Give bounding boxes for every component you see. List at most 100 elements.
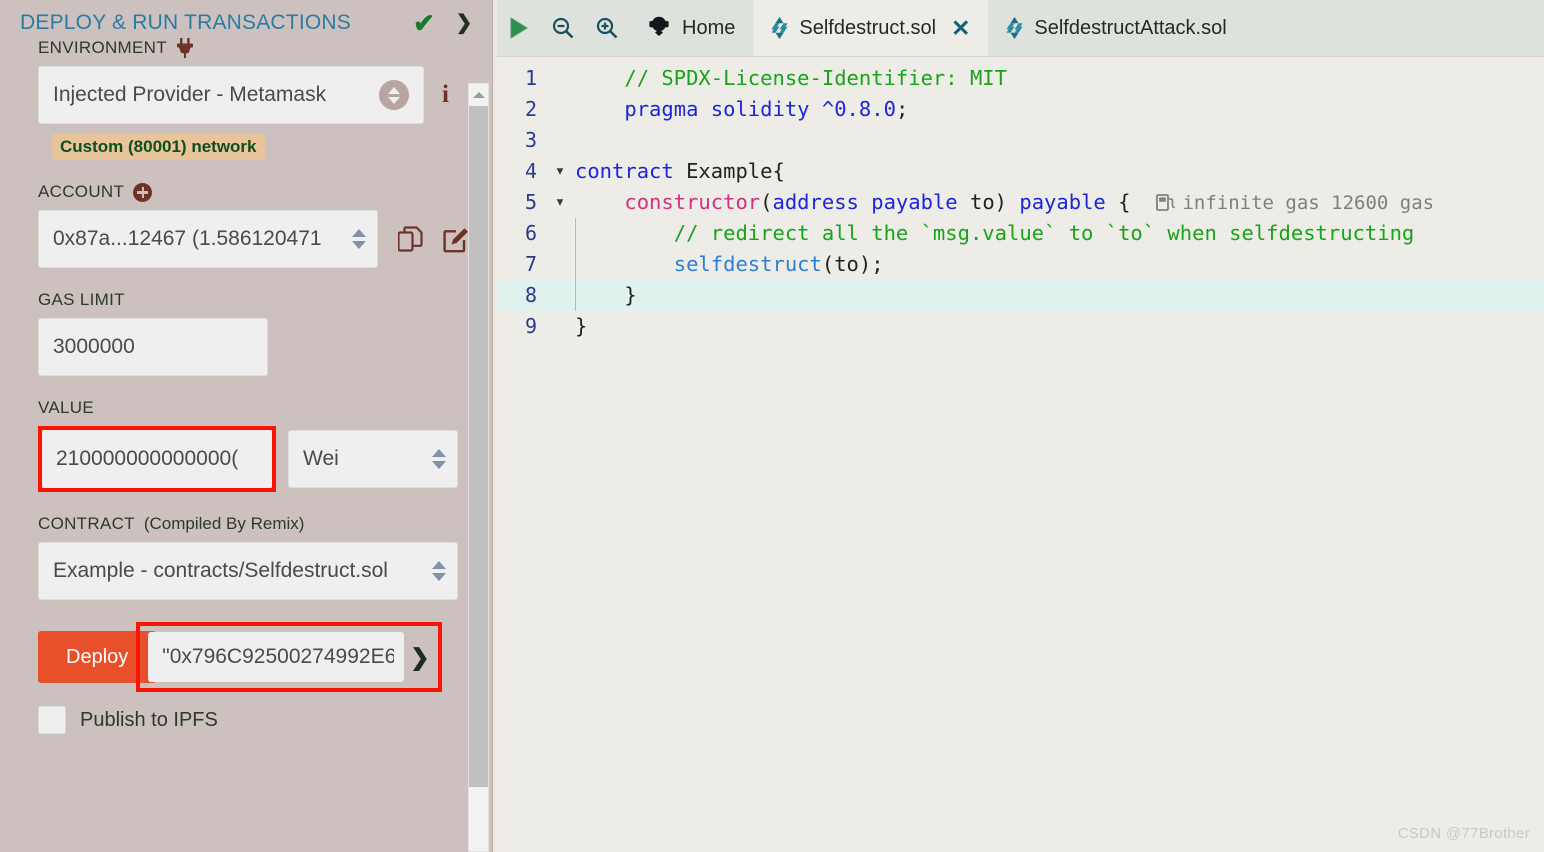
solidity-icon (1006, 17, 1023, 39)
deploy-form: ENVIRONMENT Injected Provider - Metamask (0, 38, 497, 734)
code-line: 7 selfdestruct(to); (497, 249, 1544, 280)
code-line: 9} (497, 311, 1544, 342)
contract-value: Example - contracts/Selfdestruct.sol (53, 559, 388, 582)
environment-label: ENVIRONMENT (38, 38, 497, 58)
zoom-in-icon[interactable] (585, 0, 629, 56)
line-number: 5 (524, 190, 537, 214)
code-line-text: // redirect all the `msg.value` to `to` … (673, 221, 1415, 245)
code-line-text: // SPDX-License-Identifier: MIT (624, 66, 1007, 90)
code-line: 4 ▾ contract Example{ (497, 156, 1544, 187)
code-line-text: } (575, 283, 637, 307)
close-icon[interactable]: ✕ (951, 16, 970, 40)
value-row: 210000000000000( Wei (38, 426, 497, 492)
line-number: 9 (524, 314, 537, 338)
panel-title: DEPLOY & RUN TRANSACTIONS (20, 11, 351, 34)
code-line: 2 pragma solidity ^0.8.0; (497, 94, 1544, 125)
gas-estimate-hint: infinite gas 12600 gas (1156, 192, 1434, 214)
value-input-value: 210000000000000( (56, 447, 239, 470)
tab-selfdestruct-label: Selfdestruct.sol (799, 16, 937, 39)
deploy-run-panel: DEPLOY & RUN TRANSACTIONS ✔ ❯ ENVIRONMEN… (0, 0, 497, 852)
edit-icon[interactable] (443, 226, 470, 253)
remix-ide-window: DEPLOY & RUN TRANSACTIONS ✔ ❯ ENVIRONMEN… (0, 0, 1544, 852)
contract-select[interactable]: Example - contracts/Selfdestruct.sol (38, 542, 458, 600)
line-number: 6 (524, 221, 537, 245)
tab-home-label: Home (682, 16, 736, 39)
chevron-down-icon[interactable]: ❯ (410, 645, 429, 669)
gas-limit-label: GAS LIMIT (38, 290, 125, 309)
code-line-text: } (575, 314, 588, 338)
fold-toggle-icon[interactable]: ▾ (545, 187, 575, 218)
contract-label-text: CONTRACT (38, 514, 135, 533)
account-value: 0x87a...12467 (1.586120471 (53, 227, 322, 250)
run-icon[interactable] (497, 0, 541, 56)
plug-icon (176, 38, 194, 58)
scrollbar-thumb[interactable] (469, 106, 488, 787)
publish-ipfs-label: Publish to IPFS (80, 708, 218, 731)
line-number: 7 (524, 252, 537, 276)
fold-toggle-icon[interactable]: ▾ (545, 156, 575, 187)
code-line: 5 ▾ constructor(address payable to) payab… (497, 187, 1544, 218)
copy-icon[interactable] (397, 225, 423, 253)
tab-selfdestruct-attack-label: SelfdestructAttack.sol (1034, 16, 1227, 39)
panel-header: DEPLOY & RUN TRANSACTIONS ✔ ❯ (0, 0, 497, 38)
code-line: 8 } (497, 280, 1544, 311)
ctor-arg-value: "0x796C92500274992E6782 (162, 645, 395, 668)
value-highlight-box: 210000000000000( (38, 426, 276, 492)
tab-selfdestruct-attack-sol[interactable]: SelfdestructAttack.sol (988, 0, 1244, 56)
check-icon[interactable]: ✔ (411, 10, 437, 36)
contract-stepper-icon[interactable] (431, 556, 447, 586)
environment-select[interactable]: Injected Provider - Metamask (38, 66, 424, 124)
ctor-arg-input[interactable]: "0x796C92500274992E6782 (148, 632, 405, 682)
publish-ipfs-row[interactable]: Publish to IPFS (38, 706, 497, 734)
contract-label: CONTRACT (Compiled By Remix) (38, 514, 497, 534)
publish-ipfs-checkbox[interactable] (38, 706, 66, 734)
gas-limit-value: 3000000 (53, 335, 135, 358)
indent-guide (575, 218, 576, 249)
remix-logo-icon (647, 13, 671, 43)
indent-guide (575, 249, 576, 280)
line-number: 8 (524, 283, 537, 307)
account-select[interactable]: 0x87a...12467 (1.586120471 (38, 210, 378, 268)
line-number: 2 (524, 97, 537, 121)
account-row: 0x87a...12467 (1.586120471 (38, 210, 497, 268)
line-number: 4 (524, 159, 537, 183)
environment-label-text: ENVIRONMENT (38, 38, 167, 57)
code-line: 6 // redirect all the `msg.value` to `to… (497, 218, 1544, 249)
network-badge: Custom (80001) network (52, 134, 265, 160)
code-line: 3 (497, 125, 1544, 156)
code-line-text: selfdestruct(to); (673, 252, 884, 276)
code-editor-panel: Home Selfdestruct.sol ✕ SelfdestructAtta… (497, 0, 1544, 852)
line-number: 3 (524, 128, 537, 152)
ctor-arg-highlight-box: "0x796C92500274992E6782 ❯ (136, 622, 442, 692)
indent-guide (575, 280, 576, 311)
code-line-text: contract Example{ (575, 159, 785, 183)
gas-limit-input[interactable]: 3000000 (38, 318, 268, 376)
account-stepper-icon[interactable] (351, 224, 367, 254)
value-unit-select[interactable]: Wei (288, 430, 458, 488)
code-area[interactable]: 1 // SPDX-License-Identifier: MIT 2 pragm… (497, 57, 1544, 342)
unit-stepper-icon[interactable] (431, 444, 447, 474)
deploy-row: Deploy "0x796C92500274992E6782 ❯ (38, 622, 497, 692)
code-line-text: pragma solidity ^0.8.0; (624, 97, 909, 121)
code-line: 1 // SPDX-License-Identifier: MIT (497, 63, 1544, 94)
environment-row: Injected Provider - Metamask i (38, 66, 497, 124)
watermark: CSDN @77Brother (1397, 825, 1530, 842)
info-icon[interactable]: i (442, 81, 449, 109)
environment-value: Injected Provider - Metamask (53, 83, 327, 106)
account-label-text: ACCOUNT (38, 182, 125, 201)
account-label: ACCOUNT (38, 182, 497, 202)
plus-circle-icon[interactable] (133, 182, 153, 202)
editor-tabbar: Home Selfdestruct.sol ✕ SelfdestructAtta… (497, 0, 1544, 57)
chevron-updown-icon[interactable] (379, 80, 409, 110)
chevron-right-icon[interactable]: ❯ (451, 10, 477, 36)
value-label: VALUE (38, 398, 94, 417)
line-number: 1 (524, 66, 537, 90)
value-input[interactable]: 210000000000000( (42, 430, 272, 488)
sidebar-scrollbar[interactable] (468, 83, 489, 852)
solidity-icon (771, 17, 788, 39)
tab-selfdestruct-sol[interactable]: Selfdestruct.sol ✕ (753, 0, 989, 56)
value-unit-value: Wei (303, 447, 339, 470)
zoom-out-icon[interactable] (541, 0, 585, 56)
triangle-up-icon[interactable] (469, 84, 488, 106)
tab-home[interactable]: Home (629, 0, 753, 56)
